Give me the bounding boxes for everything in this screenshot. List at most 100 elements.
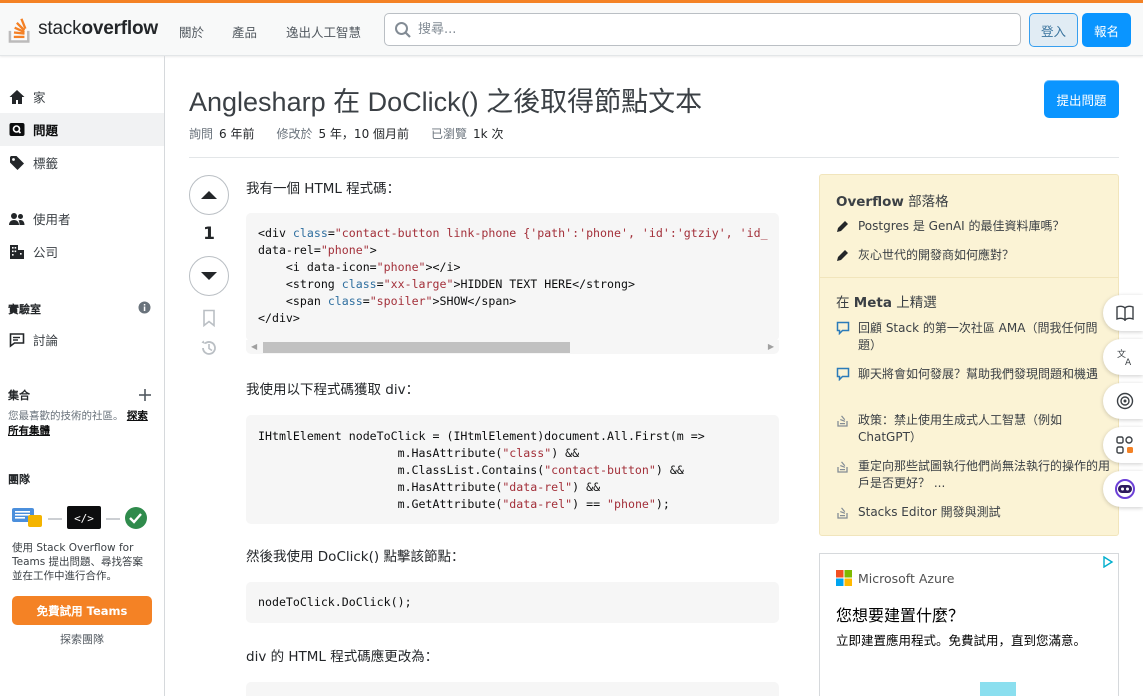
code-block: nodeToClick.DoClick(); [246, 582, 779, 623]
blog-item[interactable]: 灰心世代的開發商如何應對？ [836, 247, 1111, 264]
search-icon [395, 21, 411, 38]
stackoverflow-logo[interactable]: stackoverflow [8, 13, 158, 45]
microsoft-logo-icon [836, 570, 852, 586]
pencil-icon [837, 221, 848, 232]
book-button[interactable] [1103, 295, 1143, 331]
home-icon [9, 89, 25, 105]
stack-icon [837, 461, 848, 473]
sidebar-item-questions[interactable]: 問題 [0, 113, 164, 146]
sidebar-item-label: 問題 [33, 123, 59, 138]
top-bar: stackoverflow 關於 產品 逸出人工智慧 登入 報名 [0, 0, 1143, 56]
scrollbar-thumb[interactable] [263, 342, 570, 353]
teams-heading: 團隊 [8, 473, 30, 486]
collectives-description: 您最喜歡的技術的社區。 探索所有集體 [8, 410, 148, 437]
plus-icon[interactable] [139, 389, 151, 401]
downvote-button[interactable] [189, 256, 229, 296]
bookmark-icon[interactable] [200, 309, 218, 327]
meta-item[interactable]: 重定向那些試圖執行他們尚無法執行的操作的用戶是否更好？ ... [836, 458, 1111, 492]
nav-overflow-ai[interactable]: 逸出人工智慧 [286, 22, 361, 41]
ad-brand: Microsoft Azure [836, 570, 954, 586]
sidebar-item-home[interactable]: 家 [0, 80, 164, 113]
teams-description: 使用 Stack Overflow for Teams 提出問題、尋找答案並在工… [12, 542, 144, 582]
podcast-button[interactable] [1103, 383, 1143, 419]
sidebar-item-label: 討論 [33, 333, 59, 348]
blog-heading: Overflow 部落格 [836, 194, 949, 210]
translate-button[interactable]: 文A [1103, 339, 1143, 375]
search-box[interactable] [384, 13, 1021, 46]
divider [189, 157, 1119, 158]
sidebar-item-tags[interactable]: 標籤 [0, 146, 164, 179]
meta-item[interactable]: 聊天將會如何發展？幫助我們發現問題和機遇 [836, 366, 1111, 383]
code-scrollbar[interactable]: ◀ ▶ [246, 340, 779, 354]
search-input[interactable] [418, 22, 978, 37]
question-title[interactable]: Anglesharp 在 DoClick() 之後取得節點文本 [189, 80, 702, 119]
sidebar-item-users[interactable]: 使用者 [0, 202, 164, 235]
meta-item[interactable]: 回顧 Stack 的第一次社區 AMA（問我任何問題） [836, 320, 1111, 354]
meta-heading: 在 Meta 上精選 [836, 295, 937, 311]
sidebar-item-companies[interactable]: 公司 [0, 235, 164, 268]
logo-text: stackoverflow [38, 18, 158, 39]
sidebar-item-label: 公司 [33, 245, 59, 260]
sidebar-item-label: 家 [33, 90, 46, 105]
nav-products[interactable]: 產品 [232, 22, 257, 41]
question-meta: 詢問 6 年前 修改於 5 年，10 個月前 已瀏覽 1k 次 [189, 125, 503, 142]
code-block: <div class="contact-button link-phone {'… [246, 213, 779, 341]
comment-icon [836, 367, 850, 381]
sidebar-item-label: 使用者 [33, 212, 71, 227]
ad-title: 您想要建置什麼？ [836, 606, 965, 625]
svg-text:A: A [1125, 358, 1132, 366]
ad-graphic [980, 682, 1016, 696]
question-paragraph: 我有一個 HTML 程式碼： [246, 181, 401, 197]
viewed-meta: 已瀏覽 1k 次 [431, 127, 504, 141]
question-paragraph: 我使用以下程式碼獲取 div： [246, 382, 420, 398]
ad-choices-icon[interactable] [1102, 556, 1114, 568]
labs-heading: 實驗室 [8, 303, 41, 316]
meta-item[interactable]: Stacks Editor 開發與測試 [836, 504, 1111, 521]
history-icon[interactable] [200, 339, 218, 357]
modified-meta: 修改於 5 年，10 個月前 [276, 127, 410, 141]
explore-teams-link[interactable]: 探索團隊 [12, 631, 152, 647]
apps-button[interactable] [1103, 427, 1143, 463]
blog-item[interactable]: Postgres 是 GenAI 的最佳資料庫嗎？ [836, 218, 1111, 235]
discussion-icon [9, 332, 25, 348]
login-button[interactable]: 登入 [1029, 13, 1078, 47]
divider [820, 277, 1118, 278]
apps-icon [1116, 436, 1133, 454]
teams-illustration: </> [12, 506, 147, 529]
svg-text:</>: </> [74, 512, 94, 525]
question-paragraph: div 的 HTML 程式碼應更改為： [246, 649, 439, 665]
tag-icon [9, 155, 25, 171]
asked-meta: 詢問 6 年前 [189, 127, 255, 141]
ask-question-button[interactable]: 提出問題 [1044, 80, 1119, 118]
questions-icon [9, 122, 25, 138]
assistant-button[interactable] [1103, 471, 1143, 507]
sidebar-item-discussions[interactable]: 討論 [0, 323, 164, 356]
assistant-bot-icon [1115, 479, 1135, 499]
building-icon [9, 244, 25, 260]
left-sidebar: 家 問題 標籤 使用者 公司 實驗室 討論 集合 您最喜歡的技術的社區。 探索所… [0, 56, 165, 696]
translate-icon: 文A [1117, 348, 1132, 366]
advertisement[interactable]: Microsoft Azure 您想要建置什麼？ 立即建置應用程式。免費試用，直… [819, 553, 1119, 696]
stack-icon [837, 415, 848, 427]
question-paragraph: 然後我使用 DoClick() 點擊該節點： [246, 549, 465, 565]
vote-count: 1 [203, 224, 215, 244]
overflow-blog-widget: Overflow 部落格 Postgres 是 GenAI 的最佳資料庫嗎？ 灰… [819, 174, 1119, 536]
upvote-button[interactable] [189, 175, 229, 215]
signup-button[interactable]: 報名 [1082, 13, 1131, 47]
meta-item[interactable]: 政策：禁止使用生成式人工智慧（例如 ChatGPT） [836, 412, 1111, 446]
pencil-icon [837, 250, 848, 261]
stackoverflow-logo-icon [8, 18, 30, 43]
podcast-icon [1116, 392, 1134, 410]
ad-text: 立即建置應用程式。免費試用，直到您滿意。 [836, 633, 1087, 648]
stack-icon [837, 507, 848, 519]
arrow-down-icon [201, 272, 217, 280]
try-teams-button[interactable]: 免費試用 Teams [12, 596, 152, 625]
book-icon [1116, 305, 1134, 321]
collectives-heading: 集合 [8, 389, 30, 402]
nav-about[interactable]: 關於 [179, 22, 204, 41]
info-icon[interactable] [138, 301, 151, 314]
sidebar-item-label: 標籤 [33, 156, 59, 171]
users-icon [9, 211, 25, 227]
code-block: IHtmlElement nodeToClick = (IHtmlElement… [246, 415, 779, 524]
code-block [246, 682, 779, 696]
